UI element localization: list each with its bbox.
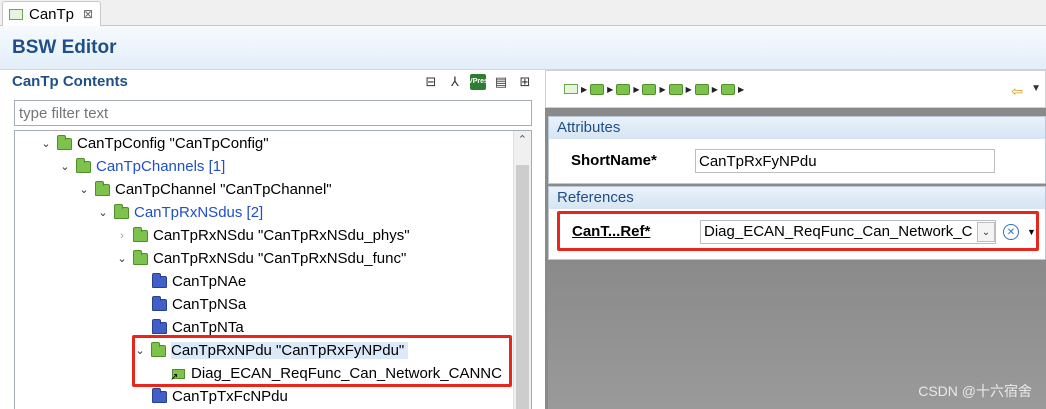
tree-item-cantptxfcnpdu[interactable]: CanTpTxFcNPdu <box>152 385 288 408</box>
breadcrumb-arrow-icon[interactable]: ▶ <box>659 85 665 94</box>
tree-item-label: CanTpRxNSdu "CanTpRxNSdu_phys" <box>153 227 410 244</box>
breadcrumb-arrow-icon[interactable]: ▶ <box>738 85 744 94</box>
tree-item-cantprxnsdu-phys[interactable]: › CanTpRxNSdu "CanTpRxNSdu_phys" <box>115 224 410 247</box>
expanded-chevron-icon[interactable]: ⌄ <box>115 252 129 265</box>
breadcrumb-arrow-icon[interactable]: ▶ <box>712 85 718 94</box>
breadcrumb-arrow-icon[interactable]: ▶ <box>607 85 613 94</box>
editor-header: BSW Editor <box>0 26 1046 70</box>
shortname-input[interactable] <box>695 149 995 173</box>
expanded-chevron-icon[interactable]: ⌄ <box>77 183 91 196</box>
folder-icon <box>152 387 167 403</box>
expanded-chevron-icon[interactable]: ⌄ <box>39 137 53 150</box>
scroll-up-icon[interactable]: ⌃ <box>518 133 527 146</box>
variant-label: VP <box>468 78 478 85</box>
root-node-icon[interactable] <box>564 84 578 94</box>
view-menu-icon[interactable]: ▼ <box>1031 83 1041 94</box>
highlight-box <box>557 211 1039 251</box>
folder-icon <box>57 134 72 150</box>
highlight-box <box>132 335 512 387</box>
hierarchy-icon[interactable]: ⅄ <box>446 73 464 91</box>
tab-label: CanTp <box>29 5 75 23</box>
tree-item-label: CanTpNSa <box>172 296 247 313</box>
watermark: CSDN @十六宿舍 <box>918 383 1032 399</box>
contents-toolbar: ⊟ ⅄ VP res ▤ ⊞ <box>422 73 534 91</box>
breadcrumb-folder-icon[interactable] <box>642 83 657 95</box>
expanded-chevron-icon[interactable]: ⌄ <box>96 206 110 219</box>
contents-panel: CanTp Contents ⊟ ⅄ VPres ▤ ⊞ ⌄ CanTpConf… <box>8 70 540 409</box>
back-arrow-icon[interactable]: ⇦ <box>1011 83 1023 100</box>
folder-icon <box>133 226 148 242</box>
tree-item-cantpconfig[interactable]: ⌄ CanTpConfig "CanTpConfig" <box>39 132 269 155</box>
breadcrumb-folder-icon[interactable] <box>720 83 735 95</box>
tree-item-label: CanTpTxFcNPdu <box>172 388 288 405</box>
tree-item-cantprxnsdu-func[interactable]: ⌄ CanTpRxNSdu "CanTpRxNSdu_func" <box>115 247 406 270</box>
properties-panel: ▶ ▶ ▶ ▶ ▶ ▶ ▶ ⇦ ▼ Attributes ShortName* … <box>545 70 1046 409</box>
contents-title: CanTp Contents <box>12 73 128 90</box>
tree-scrollbar[interactable]: ⌃ <box>513 131 531 409</box>
shortname-label: ShortName* <box>571 152 657 169</box>
folder-icon <box>152 272 167 288</box>
folder-icon <box>152 318 167 334</box>
breadcrumb-arrow-icon[interactable]: ▶ <box>633 85 639 94</box>
document-icon[interactable]: ▤ <box>492 73 510 91</box>
breadcrumb-folder-icon[interactable] <box>668 83 683 95</box>
variant-icon[interactable]: VP res <box>468 74 488 90</box>
collapsed-chevron-icon[interactable]: › <box>115 230 129 242</box>
tree-item-cantpnsa[interactable]: CanTpNSa <box>152 293 246 316</box>
breadcrumb-arrow-icon[interactable]: ▶ <box>581 85 587 94</box>
folder-icon <box>114 203 129 219</box>
breadcrumb: ▶ ▶ ▶ ▶ ▶ ▶ ▶ ⇦ ▼ <box>545 70 1046 108</box>
scrollbar-thumb[interactable] <box>516 165 529 409</box>
expanded-chevron-icon[interactable]: ⌄ <box>58 160 72 173</box>
references-section: References CanT...Ref* Diag_ECAN_ReqFunc… <box>548 186 1046 260</box>
tree-item-label: CanTpChannel "CanTpChannel" <box>115 181 332 198</box>
attributes-section: Attributes ShortName* <box>548 116 1046 184</box>
editor-file-icon <box>9 8 23 20</box>
folder-icon <box>133 249 148 265</box>
breadcrumb-folder-icon[interactable] <box>694 83 709 95</box>
tree-item-label: CanTpRxNSdu "CanTpRxNSdu_func" <box>153 250 407 267</box>
tree-item-cantpchannels[interactable]: ⌄ CanTpChannels [1] <box>58 155 225 178</box>
attributes-heading: Attributes <box>549 117 1045 139</box>
tree-item-cantpnae[interactable]: CanTpNAe <box>152 270 246 293</box>
references-heading: References <box>549 187 1045 209</box>
tree-item-label: CanTpConfig "CanTpConfig" <box>77 135 269 152</box>
filter-input[interactable] <box>14 100 532 126</box>
variant-sublabel: res <box>477 78 488 85</box>
folder-icon <box>95 180 110 196</box>
breadcrumb-folder-icon[interactable] <box>616 83 631 95</box>
tab-cantp[interactable]: CanTp ⊠ <box>2 1 101 26</box>
tree-item-cantpchannel[interactable]: ⌄ CanTpChannel "CanTpChannel" <box>77 178 332 201</box>
breadcrumb-arrow-icon[interactable]: ▶ <box>686 85 692 94</box>
tree-item-cantprxnsdus[interactable]: ⌄ CanTpRxNSdus [2] <box>96 201 263 224</box>
tree-item-label: CanTpNTa <box>172 319 244 336</box>
collapse-all-icon[interactable]: ⊟ <box>422 73 440 91</box>
page-title: BSW Editor <box>12 37 117 58</box>
folder-icon <box>152 295 167 311</box>
folder-icon <box>76 157 91 173</box>
table-icon[interactable]: ⊞ <box>516 73 534 91</box>
tree-item-label: CanTpNAe <box>172 273 247 290</box>
tree-item-label: CanTpChannels [1] <box>96 158 226 175</box>
tree-item-label: CanTpRxNSdus [2] <box>134 204 264 221</box>
breadcrumb-folder-icon[interactable] <box>590 83 605 95</box>
editor-tab-bar: CanTp ⊠ <box>0 0 1046 26</box>
close-icon[interactable]: ⊠ <box>83 7 93 21</box>
